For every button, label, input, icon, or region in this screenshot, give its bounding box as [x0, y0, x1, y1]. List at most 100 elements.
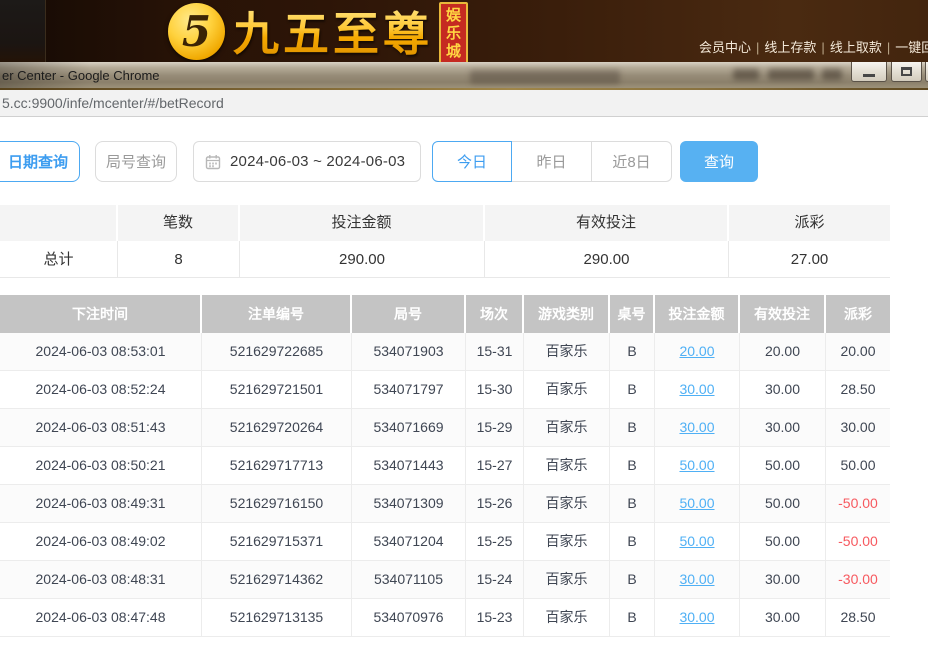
quick-range-2[interactable]: 近8日: [592, 141, 672, 182]
site-logo-title: 九五至尊: [233, 0, 433, 62]
bet-cell: 15-30: [466, 371, 524, 409]
summary-header-row: 笔数投注金额有效投注派彩: [0, 205, 890, 241]
page-left-dark-strip: [0, 0, 46, 62]
bet-amount-link[interactable]: 30.00: [655, 409, 740, 447]
bet-amount-link[interactable]: 30.00: [655, 599, 740, 637]
bet-cell: 50.00: [740, 523, 826, 561]
quick-range-0[interactable]: 今日: [432, 141, 512, 182]
chrome-window-titlebar[interactable]: er Center - Google Chrome: [0, 62, 928, 90]
bet-cell: 28.50: [826, 599, 890, 637]
search-button[interactable]: 查询: [680, 141, 758, 182]
nav-separator: |: [756, 40, 759, 55]
blurred-content: [768, 69, 814, 80]
bet-cell: 百家乐: [524, 333, 610, 371]
minimize-icon: [863, 74, 875, 77]
bet-col-header: 投注金额: [655, 295, 740, 333]
bet-cell: 30.00: [740, 561, 826, 599]
bet-cell: 2024-06-03 08:53:01: [0, 333, 202, 371]
tab-date-query[interactable]: 日期查询: [0, 141, 80, 182]
bet-col-header: 下注时间: [0, 295, 202, 333]
bet-cell: 534071797: [352, 371, 466, 409]
bet-cell: B: [610, 599, 655, 637]
window-title: er Center - Google Chrome: [2, 68, 160, 83]
bet-cell: 534071309: [352, 485, 466, 523]
bet-cell: 2024-06-03 08:49:02: [0, 523, 202, 561]
bet-cell: 15-26: [466, 485, 524, 523]
table-row: 2024-06-03 08:47:48521629713135534070976…: [0, 599, 890, 637]
bet-cell: 521629713135: [202, 599, 352, 637]
blurred-content: [822, 69, 842, 80]
bet-cell: B: [610, 333, 655, 371]
bet-col-header: 场次: [466, 295, 524, 333]
bet-cell: 521629722685: [202, 333, 352, 371]
bet-cell: 521629715371: [202, 523, 352, 561]
bet-amount-link[interactable]: 50.00: [655, 523, 740, 561]
summary-cell: 8: [118, 241, 240, 278]
bet-cell: 30.00: [740, 371, 826, 409]
bet-cell: 50.00: [826, 447, 890, 485]
bet-cell: 15-31: [466, 333, 524, 371]
date-range-input[interactable]: 2024-06-03 ~ 2024-06-03: [193, 141, 421, 182]
nav-separator: |: [887, 40, 890, 55]
table-row: 2024-06-03 08:48:31521629714362534071105…: [0, 561, 890, 599]
summary-cell: 290.00: [240, 241, 485, 278]
nav-item-3[interactable]: 一键回: [895, 40, 928, 55]
banner-char: 城: [446, 43, 461, 61]
bet-amount-link[interactable]: 30.00: [655, 561, 740, 599]
bet-cell: 521629721501: [202, 371, 352, 409]
bet-cell: 2024-06-03 08:47:48: [0, 599, 202, 637]
summary-table: 笔数投注金额有效投注派彩 总计8290.00290.0027.00: [0, 205, 890, 278]
filter-row: 日期查询 局号查询 2024-06-03 ~ 2024-06-03 今日昨日近8…: [0, 141, 928, 182]
logo-5-icon: 5: [168, 3, 225, 60]
bet-cell: 534071669: [352, 409, 466, 447]
url-bar[interactable]: 5.cc:9900/infe/mcenter/#/betRecord: [0, 90, 928, 117]
bet-amount-link[interactable]: 20.00: [655, 333, 740, 371]
tab-round-query[interactable]: 局号查询: [95, 141, 177, 182]
bet-cell: 15-24: [466, 561, 524, 599]
bet-cell: 15-23: [466, 599, 524, 637]
bet-amount-link[interactable]: 50.00: [655, 447, 740, 485]
bet-cell: 20.00: [826, 333, 890, 371]
bet-col-header: 有效投注: [740, 295, 826, 333]
casino-site-header: 5 九五至尊 娱乐城 会员中心|线上存款|线上取款|一键回: [0, 0, 928, 62]
quick-range-group: 今日昨日近8日: [432, 141, 672, 182]
bet-cell: -30.00: [826, 561, 890, 599]
summary-col-header: 笔数: [118, 205, 240, 241]
summary-col-header: 有效投注: [485, 205, 729, 241]
site-logo: 5 九五至尊 娱乐城: [168, 0, 468, 62]
bet-cell: 15-29: [466, 409, 524, 447]
bet-col-header: 游戏类别: [524, 295, 610, 333]
bet-cell: B: [610, 523, 655, 561]
table-row: 2024-06-03 08:51:43521629720264534071669…: [0, 409, 890, 447]
bet-cell: 534071105: [352, 561, 466, 599]
minimize-button[interactable]: [851, 62, 887, 82]
quick-range-1[interactable]: 昨日: [512, 141, 592, 182]
summary-col-header: 投注金额: [240, 205, 485, 241]
maximize-button[interactable]: [891, 62, 922, 82]
bet-cell: 50.00: [740, 485, 826, 523]
bet-amount-link[interactable]: 30.00: [655, 371, 740, 409]
bet-cell: 15-25: [466, 523, 524, 561]
nav-item-0[interactable]: 会员中心: [699, 40, 751, 55]
bet-col-header: 局号: [352, 295, 466, 333]
nav-item-1[interactable]: 线上存款: [764, 40, 816, 55]
table-row: 2024-06-03 08:49:02521629715371534071204…: [0, 523, 890, 561]
nav-item-2[interactable]: 线上取款: [830, 40, 882, 55]
bet-table-body: 2024-06-03 08:53:01521629722685534071903…: [0, 333, 890, 637]
bet-col-header: 派彩: [826, 295, 890, 333]
bet-col-header: 桌号: [610, 295, 655, 333]
bet-cell: 521629714362: [202, 561, 352, 599]
logo-entertainment-banner: 娱乐城: [439, 2, 468, 63]
bet-cell: B: [610, 447, 655, 485]
bet-amount-link[interactable]: 50.00: [655, 485, 740, 523]
table-row: 2024-06-03 08:49:31521629716150534071309…: [0, 485, 890, 523]
banner-char: 娱: [446, 7, 461, 25]
bet-table-header: 下注时间注单编号局号场次游戏类别桌号投注金额有效投注派彩: [0, 295, 890, 333]
bet-cell: 2024-06-03 08:48:31: [0, 561, 202, 599]
bet-cell: B: [610, 485, 655, 523]
bet-cell: 534071903: [352, 333, 466, 371]
bet-cell: -50.00: [826, 485, 890, 523]
bet-col-header: 注单编号: [202, 295, 352, 333]
bet-cell: 521629717713: [202, 447, 352, 485]
bet-cell: 534071204: [352, 523, 466, 561]
